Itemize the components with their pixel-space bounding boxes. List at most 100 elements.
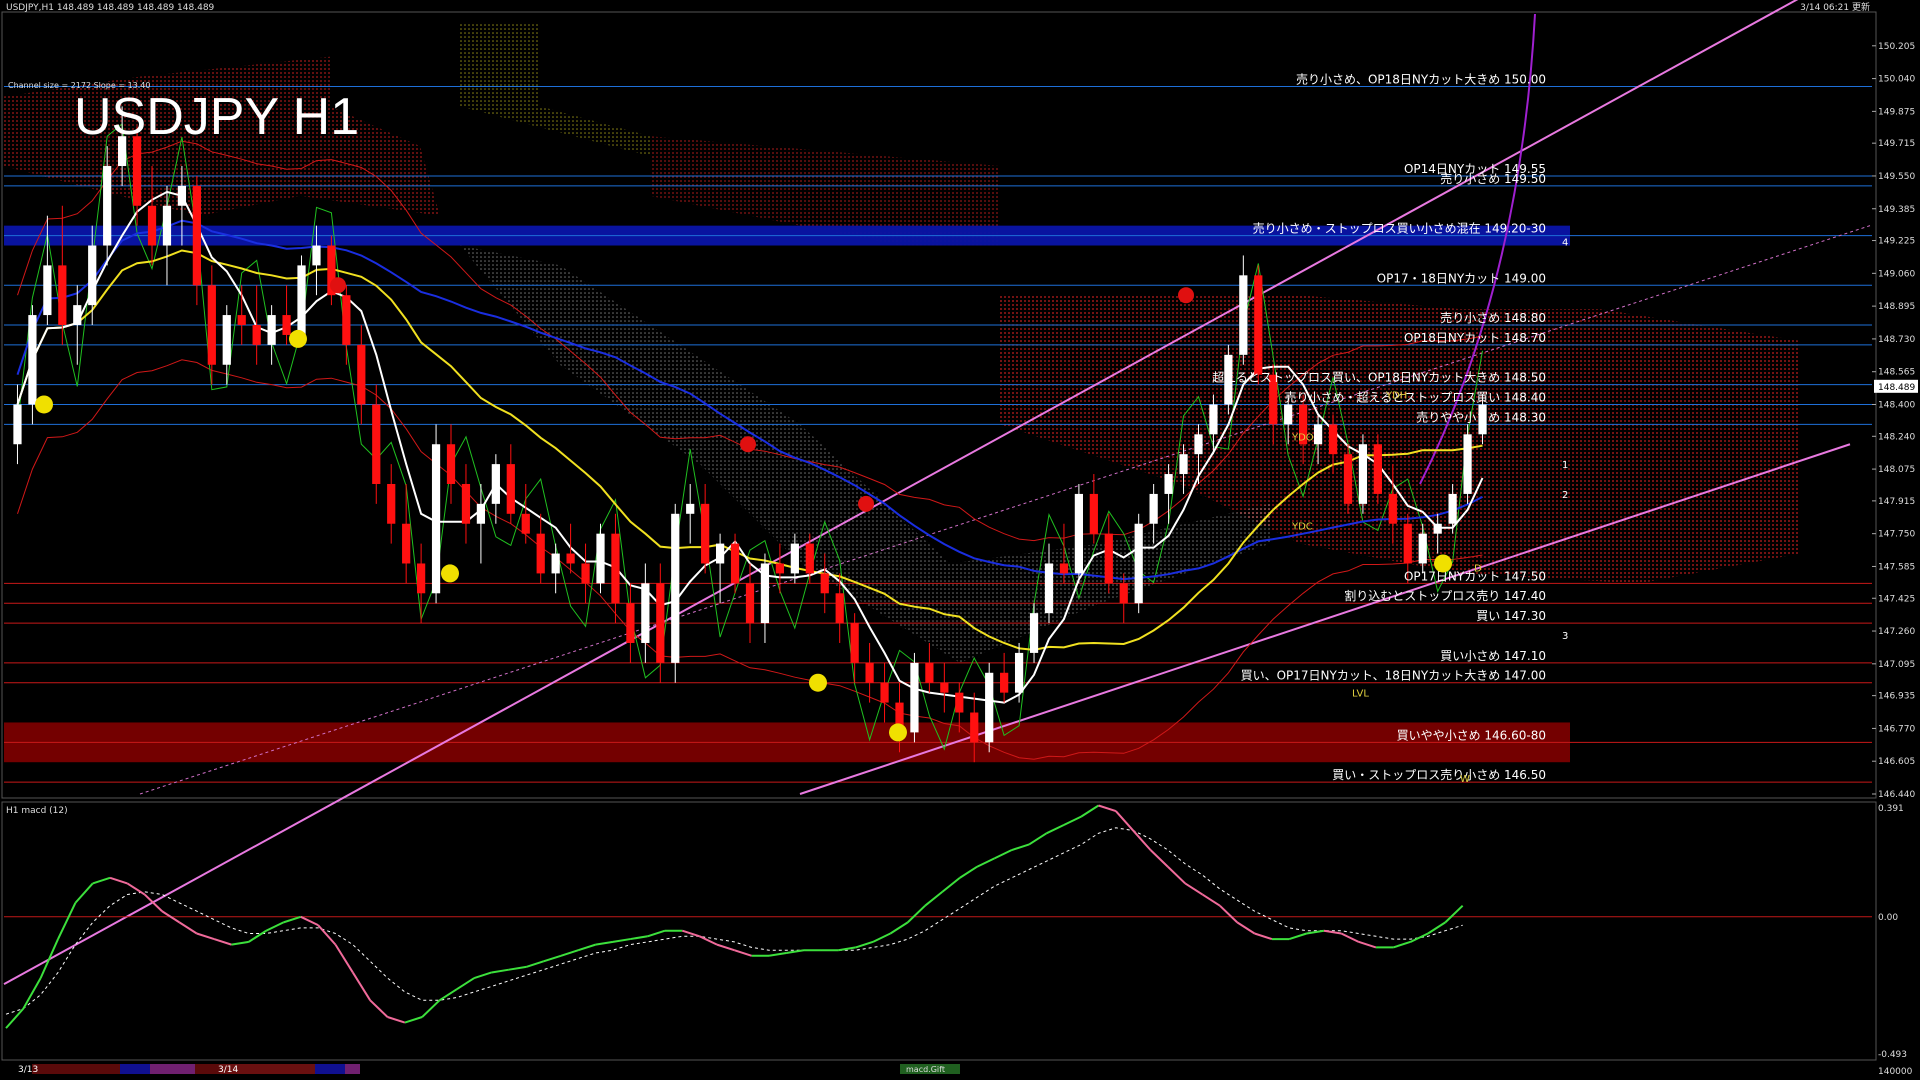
candle: [1358, 434, 1368, 514]
buy-signal-icon: [289, 329, 307, 348]
y-tick-label: 146.935: [1878, 692, 1915, 702]
marker-label: 1: [1562, 460, 1568, 471]
candle-body: [297, 265, 306, 335]
macd-segment: [1028, 832, 1048, 846]
y-tick-label: 147.915: [1878, 497, 1915, 507]
candle-body: [1089, 493, 1098, 534]
buy-signal-icon: [889, 723, 907, 742]
candle-body: [865, 662, 874, 683]
buy-signal-icon: [1434, 554, 1452, 573]
candle-body: [103, 166, 112, 246]
candle-body: [357, 344, 366, 405]
candle: [521, 483, 530, 544]
candle-body: [551, 553, 560, 574]
macd-segment: [57, 902, 77, 940]
candle-body: [566, 553, 575, 564]
candle-body: [387, 483, 396, 524]
macd-segment: [369, 999, 389, 1018]
level-label: OP18日NYカット 148.70: [1404, 331, 1546, 345]
candle-body: [910, 662, 919, 733]
macd-segment: [941, 877, 961, 893]
macd-segment: [1219, 904, 1238, 924]
macd-segment: [5, 1007, 25, 1029]
y-tick-label: 148.895: [1878, 302, 1915, 312]
candle-body: [1388, 493, 1397, 524]
y-tick-label: 150.205: [1878, 42, 1915, 52]
candle: [1239, 255, 1248, 365]
macd-segment: [612, 938, 631, 943]
level-label: 売り小さめ・超えるとストップロス買い 148.40: [1285, 389, 1546, 404]
period-date-label: 3/13: [18, 1065, 38, 1075]
volume-label: 140000: [1878, 1067, 1913, 1077]
chart-stage: 売り小さめ、OP18日NYカット大きめ 150.00OP14日NYカット 149…: [1, 0, 1918, 1077]
candle-body: [267, 315, 276, 345]
macd-segment: [976, 857, 995, 868]
candle-body: [1313, 424, 1323, 445]
candle: [850, 613, 859, 683]
marker-label: 3: [1562, 631, 1568, 642]
candle-body: [1463, 434, 1472, 494]
candle-body: [43, 265, 52, 316]
candle: [880, 662, 889, 723]
candle-body: [730, 543, 740, 584]
level-label: 売り小さめ 148.80: [1440, 310, 1546, 325]
macd-segment: [1392, 940, 1411, 949]
macd-segment: [543, 954, 562, 963]
y-tick-label: 146.770: [1878, 724, 1915, 734]
y-tick-label: 147.425: [1878, 594, 1915, 604]
candle-body: [1403, 523, 1412, 564]
candle-body: [1328, 424, 1338, 455]
level-label: 売り小さめ・ストップロス買い小さめ混在 149.20-30: [1253, 221, 1546, 236]
macd-segment: [1410, 932, 1429, 943]
candle-body: [1343, 454, 1353, 504]
macd-segment: [1098, 804, 1117, 813]
y-tick-label: 147.260: [1878, 627, 1915, 637]
candle: [910, 652, 919, 743]
candle: [431, 424, 441, 604]
macd-segment: [907, 904, 926, 924]
macd-indicator: 0.391 0.00 -0.493 140000: [4, 804, 1913, 1077]
candle-body: [1358, 444, 1368, 504]
candle: [1343, 444, 1353, 514]
macd-segment: [1288, 932, 1307, 941]
candle-body: [237, 315, 246, 326]
candle-body: [372, 404, 381, 484]
level-label: 買いやや小さめ 146.60-80: [1397, 728, 1546, 742]
macd-segment: [1444, 904, 1464, 924]
macd-segment: [1427, 921, 1446, 935]
candle-body: [1044, 563, 1054, 614]
macd-segment: [1080, 804, 1100, 818]
candle: [327, 235, 336, 306]
candle-body: [1254, 275, 1263, 375]
marker-label: 2: [1562, 490, 1568, 501]
candle: [656, 563, 665, 683]
sell-signal-icon: [858, 495, 874, 512]
candle: [925, 642, 934, 693]
macd-segment: [231, 940, 249, 946]
macd-tick-label: 0.00: [1878, 913, 1898, 923]
macd-segment: [1358, 940, 1377, 949]
macd-segment: [39, 938, 59, 979]
macd-segment: [74, 882, 94, 904]
macd-segment: [387, 1016, 406, 1024]
buy-signal-icon: [441, 564, 459, 583]
candle-body: [596, 533, 605, 584]
macd-segment: [994, 849, 1013, 860]
macd-segment: [924, 890, 944, 907]
sell-signal-icon: [1178, 287, 1194, 304]
candle: [1000, 652, 1009, 703]
symbol-info: USDJPY,H1 148.489 148.489 148.489 148.48…: [6, 3, 215, 13]
macd-segment: [1236, 921, 1256, 935]
macd-segment: [491, 968, 510, 974]
macd-segment: [473, 971, 492, 979]
candle: [701, 483, 710, 574]
macd-segment: [1132, 829, 1152, 851]
macd-segment: [1340, 932, 1360, 943]
candle-body: [760, 563, 770, 624]
candle-body: [461, 483, 471, 524]
y-tick-label: 148.730: [1878, 335, 1915, 345]
price-axis: 150.205 150.040 149.875 149.715 149.550 149.3…: [1872, 42, 1918, 800]
candle-body: [1373, 444, 1382, 494]
macd-segment: [889, 921, 909, 935]
level-label: 超えるとストップロス買い、OP18日NYカット大きめ 148.50: [1212, 370, 1546, 385]
